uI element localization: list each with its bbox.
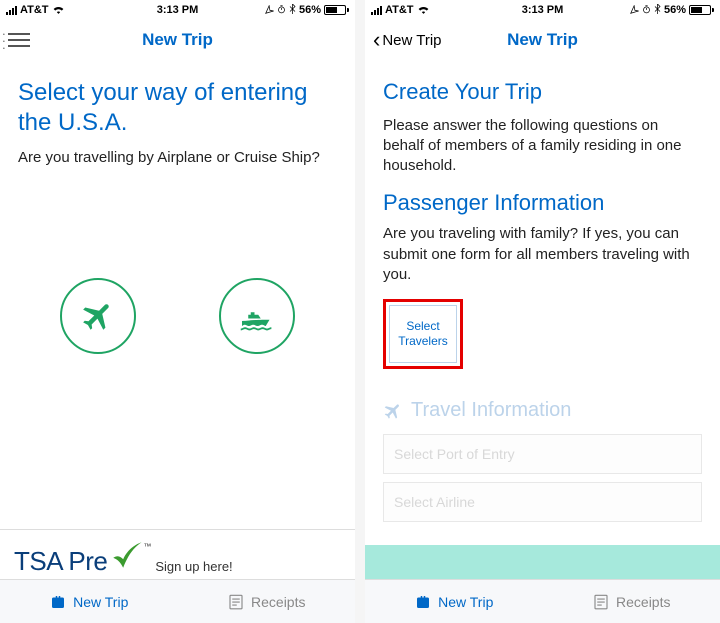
- airplane-icon: [80, 298, 116, 334]
- clock-label: 3:13 PM: [365, 4, 720, 16]
- battery-icon: [324, 5, 349, 15]
- receipt-icon: [592, 593, 610, 611]
- tab-bar: New Trip Receipts: [0, 579, 355, 623]
- tab-label: New Trip: [438, 594, 493, 610]
- menu-button[interactable]: •••: [8, 33, 30, 47]
- tsa-link-text: Sign up here!: [155, 559, 232, 574]
- trademark-icon: ™: [143, 542, 151, 551]
- section-heading: Create Your Trip: [383, 78, 702, 106]
- nav-title: New Trip: [507, 30, 578, 50]
- tab-label: Receipts: [616, 594, 670, 610]
- tab-label: Receipts: [251, 594, 305, 610]
- airline-select[interactable]: Select Airline: [383, 482, 702, 522]
- nav-bar: ‹ New Trip New Trip: [365, 20, 720, 60]
- passenger-info-text: Are you traveling with family? If yes, y…: [383, 224, 702, 285]
- page-heading: Select your way of entering the U.S.A.: [18, 78, 337, 138]
- suitcase-icon: [49, 593, 67, 611]
- clock-label: 3:13 PM: [0, 4, 355, 16]
- select-travelers-highlight: Select Travelers: [383, 299, 463, 369]
- tab-label: New Trip: [73, 594, 128, 610]
- back-button[interactable]: ‹ New Trip: [373, 27, 442, 53]
- page-subtext: Are you travelling by Airplane or Cruise…: [18, 148, 337, 168]
- nav-title: New Trip: [142, 30, 213, 50]
- travel-information-section: Travel Information Select Port of Entry …: [383, 399, 702, 522]
- screen-right: AT&T 3:13 PM 56% ‹ New Trip New Trip Cre…: [365, 0, 720, 623]
- tab-bar: New Trip Receipts: [365, 579, 720, 623]
- screen-left: AT&T 3:13 PM 56% ••• New Trip Select you…: [0, 0, 355, 623]
- cruise-ship-option-button[interactable]: [219, 278, 295, 354]
- receipt-icon: [227, 593, 245, 611]
- ship-icon: [237, 296, 277, 336]
- content-area: Select your way of entering the U.S.A. A…: [0, 60, 355, 529]
- section-text: Please answer the following questions on…: [383, 116, 702, 177]
- airplane-option-button[interactable]: [60, 278, 136, 354]
- checkmark-icon: [109, 538, 143, 577]
- chevron-left-icon: ‹: [373, 27, 380, 53]
- content-area: Create Your Trip Please answer the follo…: [365, 60, 720, 545]
- travel-info-title: Travel Information: [411, 399, 571, 422]
- tab-receipts[interactable]: Receipts: [543, 580, 720, 623]
- status-bar: AT&T 3:13 PM 56%: [365, 0, 720, 20]
- select-travelers-button[interactable]: Select Travelers: [389, 305, 457, 363]
- suitcase-icon: [414, 593, 432, 611]
- status-bar: AT&T 3:13 PM 56%: [0, 0, 355, 20]
- transport-options: [18, 278, 337, 354]
- tsa-brand: TSA Pre: [14, 546, 107, 577]
- tab-new-trip[interactable]: New Trip: [365, 580, 543, 623]
- list-icon: •••: [8, 33, 30, 47]
- passenger-info-heading: Passenger Information: [383, 190, 702, 216]
- nav-bar: ••• New Trip: [0, 20, 355, 60]
- airplane-icon: [383, 401, 403, 421]
- bottom-action-bar[interactable]: [365, 545, 720, 579]
- port-of-entry-select[interactable]: Select Port of Entry: [383, 434, 702, 474]
- tsa-pre-promo[interactable]: TSA Pre ™ Sign up here!: [0, 529, 355, 579]
- tab-new-trip[interactable]: New Trip: [0, 580, 178, 623]
- back-label: New Trip: [382, 32, 441, 49]
- battery-icon: [689, 5, 714, 15]
- tab-receipts[interactable]: Receipts: [178, 580, 356, 623]
